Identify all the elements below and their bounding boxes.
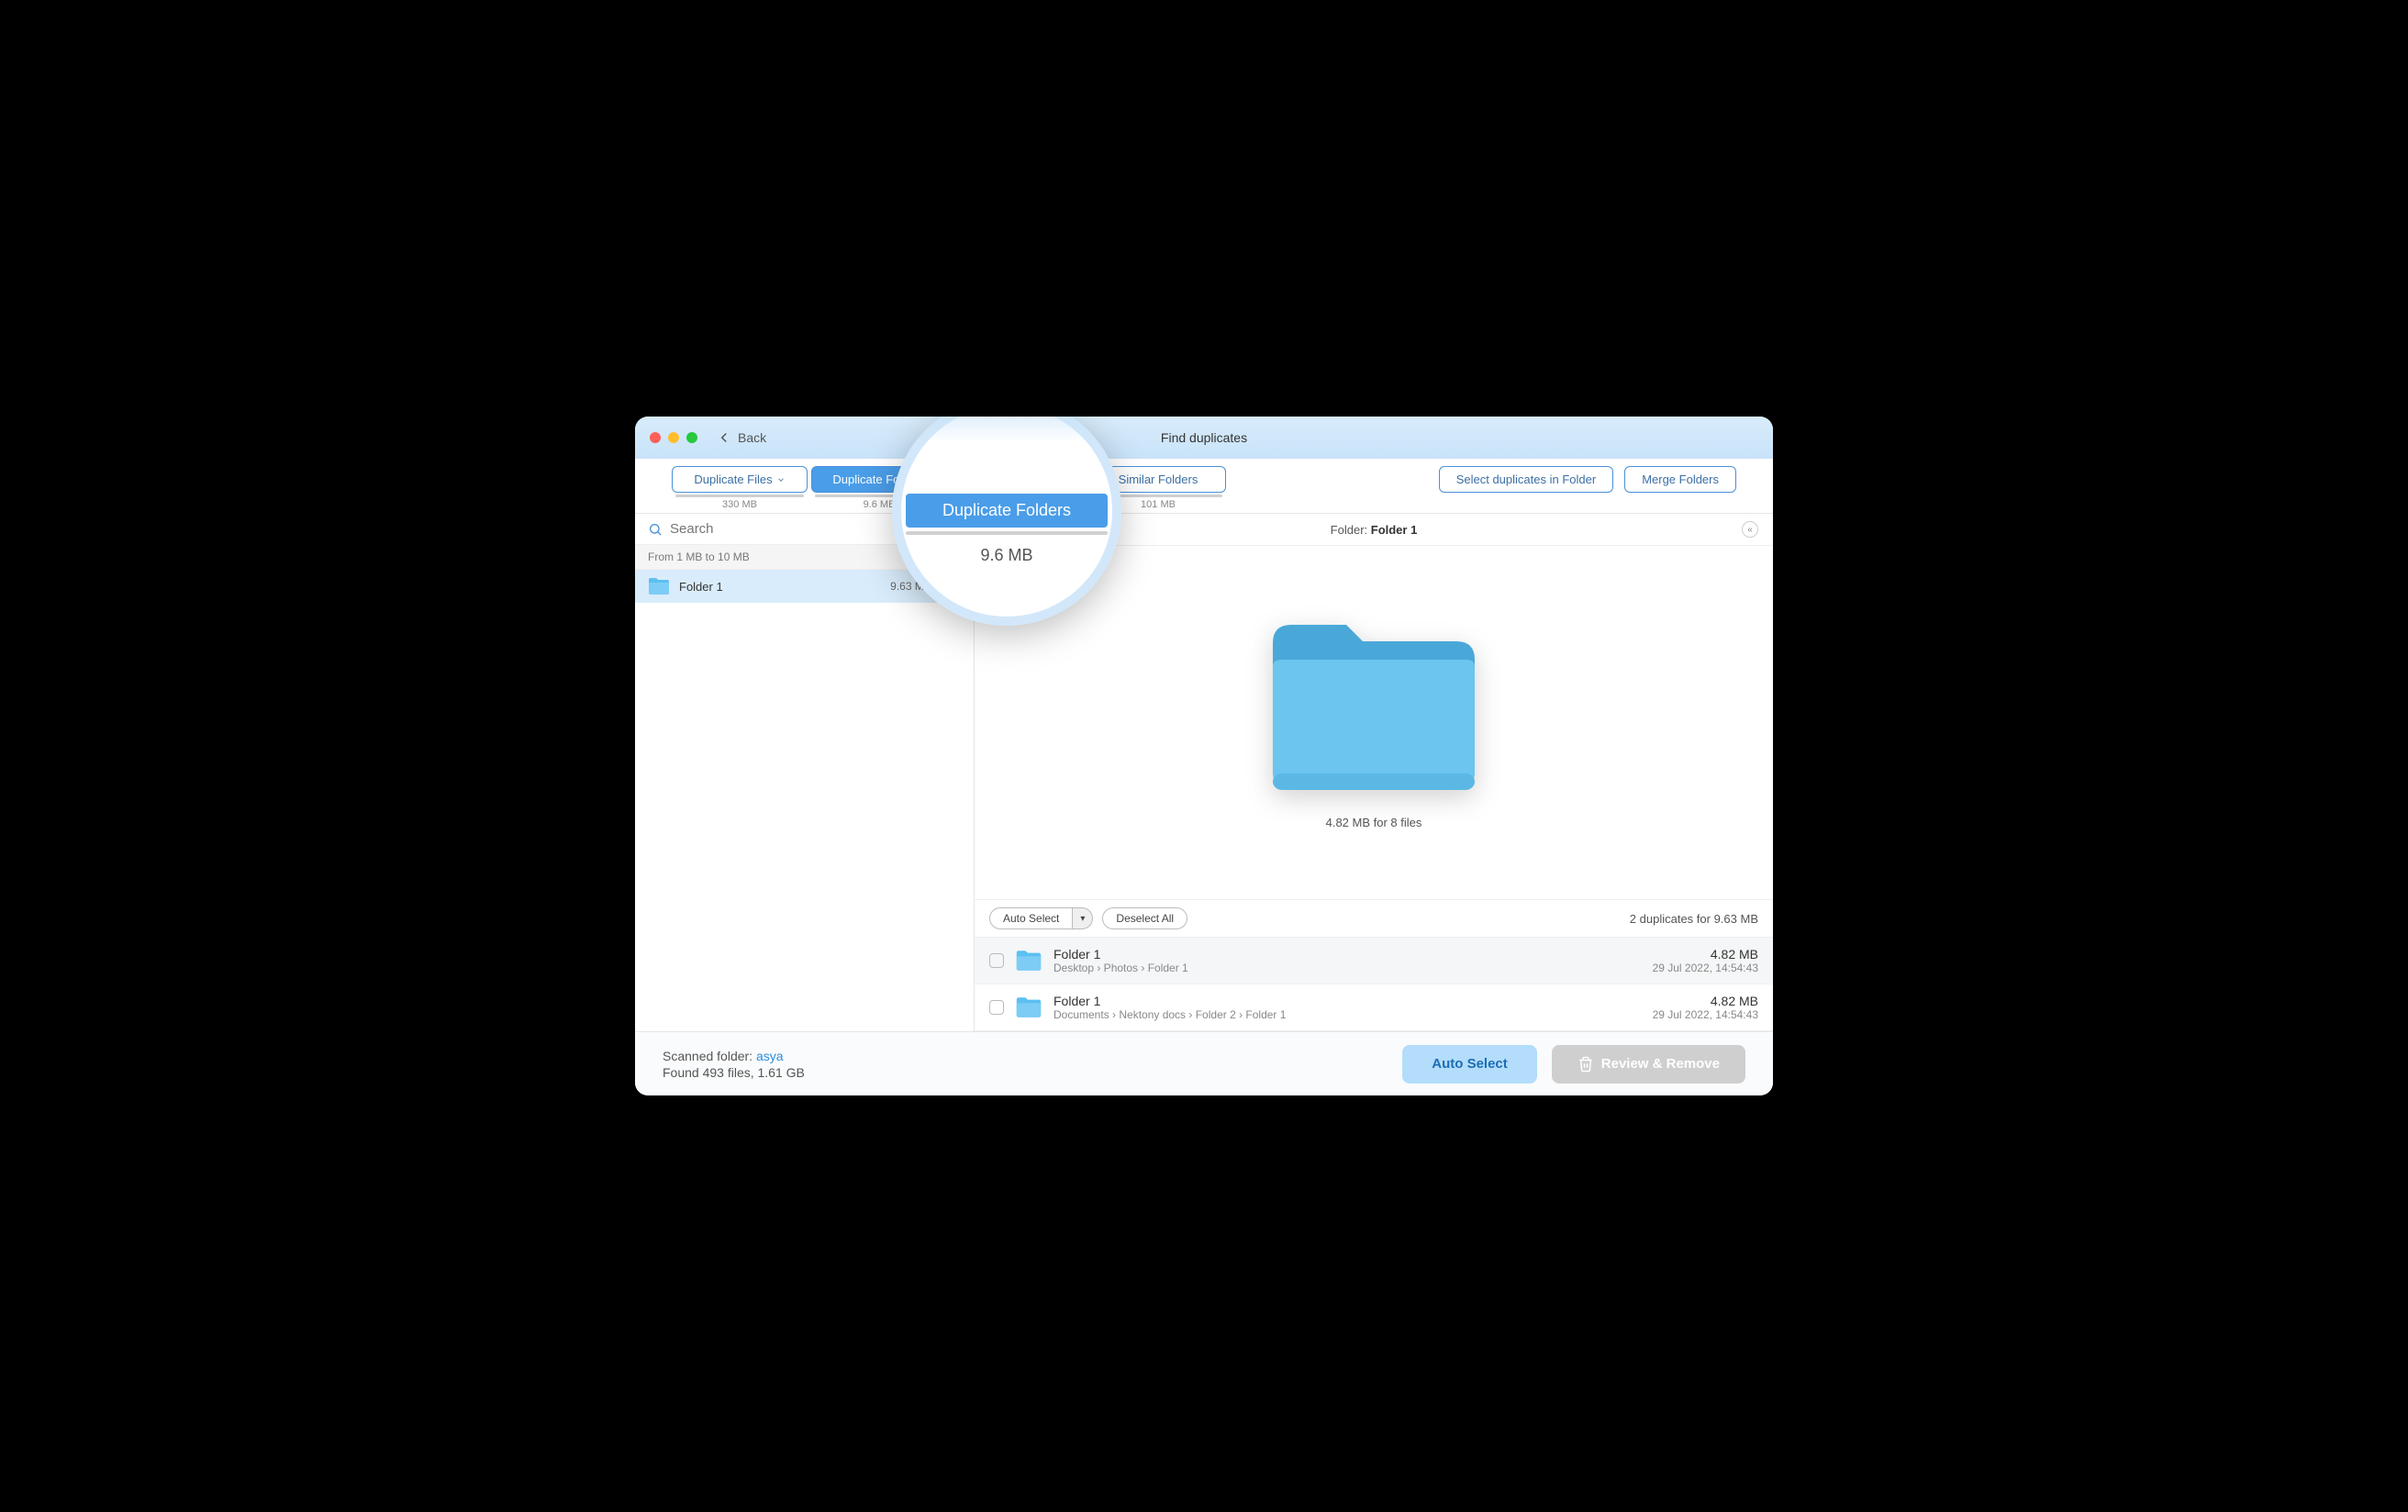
tab-duplicate-files[interactable]: Duplicate Files 330 MB — [672, 466, 808, 510]
duplicate-row[interactable]: Folder 1 Desktop › Photos › Folder 1 4.8… — [975, 938, 1773, 984]
preview-folder-name: Folder 1 — [1371, 523, 1418, 537]
row-checkbox[interactable] — [989, 1000, 1004, 1015]
row-main: Folder 1 Documents › Nektony docs › Fold… — [1054, 994, 1642, 1021]
window-title: Find duplicates — [1161, 430, 1247, 445]
auto-select-button[interactable]: Auto Select — [989, 907, 1072, 929]
preview-title: Folder: Folder 1 — [1331, 523, 1418, 537]
merge-folders-button[interactable]: Merge Folders — [1624, 466, 1736, 493]
scanned-prefix: Scanned folder: — [663, 1049, 756, 1063]
folder-icon — [1015, 996, 1042, 1018]
folder-name: Folder 1 — [679, 580, 881, 594]
back-button[interactable]: Back — [716, 429, 766, 446]
scanned-link[interactable]: asya — [756, 1049, 784, 1063]
row-name: Folder 1 — [1054, 994, 1642, 1008]
row-checkbox[interactable] — [989, 953, 1004, 968]
row-date: 29 Jul 2022, 14:54:43 — [1653, 1008, 1758, 1021]
footer-actions: Auto Select Review & Remove — [1402, 1045, 1745, 1084]
row-meta: 4.82 MB 29 Jul 2022, 14:54:43 — [1653, 994, 1758, 1021]
review-label: Review & Remove — [1601, 1056, 1720, 1072]
tab-label: Duplicate Files — [694, 472, 772, 486]
chevron-down-icon — [776, 475, 786, 484]
preview-body: 4.82 MB for 8 files — [975, 546, 1773, 899]
maximize-icon[interactable] — [686, 432, 697, 443]
row-meta: 4.82 MB 29 Jul 2022, 14:54:43 — [1653, 947, 1758, 974]
scanned-folder: Scanned folder: asya — [663, 1049, 805, 1063]
row-path: Desktop › Photos › Folder 1 — [1054, 962, 1642, 974]
tab-size: 101 MB — [1141, 499, 1176, 510]
review-remove-button[interactable]: Review & Remove — [1552, 1045, 1745, 1084]
traffic-lights — [650, 432, 697, 443]
folder-icon — [648, 577, 670, 595]
list-header: Auto Select ▾ Deselect All 2 duplicates … — [975, 899, 1773, 938]
collapse-button[interactable]: « — [1742, 521, 1758, 538]
back-label: Back — [738, 430, 766, 445]
row-size: 4.82 MB — [1653, 947, 1758, 962]
folder-icon — [1264, 616, 1484, 799]
folder-icon — [1015, 950, 1042, 972]
row-path: Documents › Nektony docs › Folder 2 › Fo… — [1054, 1008, 1642, 1021]
main-area: From 1 MB to 10 MB Folder 1 9.63 MB 2 Fo… — [635, 514, 1773, 1031]
magnifier-bar — [906, 531, 1108, 535]
magnifier-tab: Duplicate Folders — [906, 494, 1108, 528]
auto-select-dropdown[interactable]: ▾ — [1072, 907, 1093, 929]
row-name: Folder 1 — [1054, 947, 1642, 962]
magnifier-size: 9.6 MB — [980, 546, 1032, 565]
preview-label-prefix: Folder: — [1331, 523, 1371, 537]
minimize-icon[interactable] — [668, 432, 679, 443]
row-size: 4.82 MB — [1653, 994, 1758, 1008]
deselect-all-button[interactable]: Deselect All — [1102, 907, 1187, 929]
chevron-left-icon — [716, 429, 732, 446]
auto-select-split: Auto Select ▾ — [989, 907, 1093, 929]
app-window: Back Find duplicates Duplicate Files 330… — [635, 417, 1773, 1095]
tab-size: 9.6 MB — [864, 499, 896, 510]
trash-icon — [1577, 1056, 1594, 1073]
toolbar-actions: Select duplicates in Folder Merge Folder… — [1439, 466, 1736, 493]
toolbar: Duplicate Files 330 MB Duplicate Folders… — [635, 459, 1773, 514]
found-stats: Found 493 files, 1.61 GB — [663, 1065, 805, 1080]
footer: Scanned folder: asya Found 493 files, 1.… — [635, 1031, 1773, 1095]
preview-stats: 4.82 MB for 8 files — [1326, 816, 1422, 829]
close-icon[interactable] — [650, 432, 661, 443]
duplicate-row[interactable]: Folder 1 Documents › Nektony docs › Fold… — [975, 984, 1773, 1031]
search-icon — [648, 522, 663, 537]
row-date: 29 Jul 2022, 14:54:43 — [1653, 962, 1758, 974]
select-duplicates-button[interactable]: Select duplicates in Folder — [1439, 466, 1613, 493]
footer-info: Scanned folder: asya Found 493 files, 1.… — [663, 1049, 805, 1080]
sidebar: From 1 MB to 10 MB Folder 1 9.63 MB 2 — [635, 514, 975, 1031]
duplicates-summary: 2 duplicates for 9.63 MB — [1630, 912, 1758, 926]
content-pane: Folder: Folder 1 « 4.82 MB for 8 files A… — [975, 514, 1773, 1031]
progress-bar — [675, 495, 805, 497]
titlebar: Back Find duplicates — [635, 417, 1773, 459]
tab-label: Similar Folders — [1119, 472, 1198, 486]
tab-size: 330 MB — [722, 499, 757, 510]
row-main: Folder 1 Desktop › Photos › Folder 1 — [1054, 947, 1642, 974]
auto-select-footer-button[interactable]: Auto Select — [1402, 1045, 1537, 1084]
